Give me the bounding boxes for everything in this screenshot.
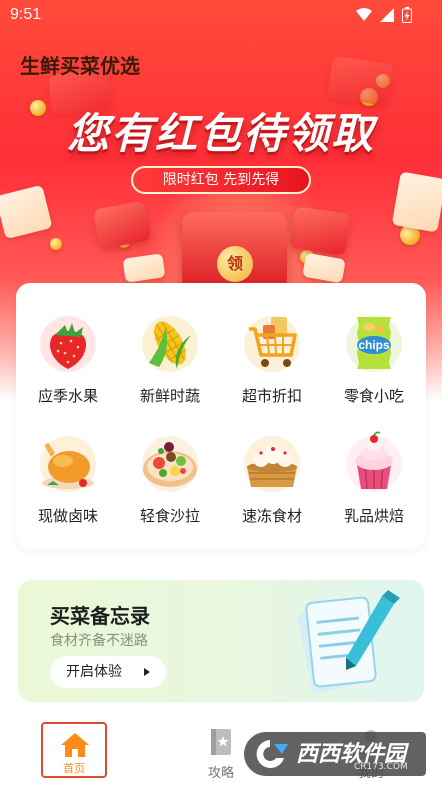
category-item-salad[interactable]: 轻食沙拉 [120,431,220,541]
category-label: 超市折扣 [241,387,302,405]
red-packet-seal: 领 [217,246,253,282]
red-envelope-decoration [289,206,351,256]
category-item-vegetables[interactable]: 新鲜时蔬 [120,311,220,421]
memo-subtitle: 食材齐备不迷路 [50,633,148,649]
start-experience-label: 开启体验 [66,664,122,680]
notepad-pen-icon [297,590,400,693]
status-time: 9:51 [10,6,42,23]
category-item-braised[interactable]: 现做卤味 [18,431,118,541]
tab-guide-label: 攻略 [207,766,234,781]
category-label: 现做卤味 [37,507,98,525]
app-title: 生鲜买菜优选 [20,54,140,78]
status-bar: 9:51 [0,0,442,30]
home-icon [61,733,89,757]
category-item-frozen[interactable]: 速冻食材 [222,431,322,541]
category-label: 轻食沙拉 [139,507,200,525]
watermark-url: CR173.COM [354,762,408,772]
status-icons [356,7,412,23]
watermark-logo-icon [256,740,288,768]
salad-plate-icon [139,431,201,493]
red-envelope-decoration [327,55,395,107]
corn-icon [139,311,201,373]
tab-home-label: 首页 [63,762,85,775]
wifi-icon [356,8,372,21]
red-packet-icon[interactable]: 领 [182,212,287,292]
category-label: 新鲜时蔬 [139,387,200,405]
strawberry-icon [37,311,99,373]
category-item-supermarket[interactable]: 超市折扣 [222,311,322,421]
coin-decoration [50,238,62,250]
play-arrow-icon [144,668,150,676]
category-label: 零食小吃 [343,387,404,405]
promo-pill[interactable]: 限时红包 先到先得 [131,166,311,194]
category-item-bakery[interactable]: 乳品烘焙 [324,431,424,541]
promo-headline: 您有红包待领取 [66,109,375,158]
roast-chicken-icon [37,431,99,493]
coupon-decoration [0,184,53,240]
tab-guide[interactable]: 攻略 [196,726,246,782]
category-label: 速冻食材 [241,507,302,525]
cellular-signal-icon [380,8,394,22]
category-item-fruit[interactable]: 应季水果 [18,311,118,421]
shopping-cart-icon [241,311,303,373]
category-label: 乳品烘焙 [343,507,404,525]
guide-book-icon [211,729,231,755]
tab-home[interactable]: 首页 [41,722,107,778]
site-watermark: 西西软件园 CR173.COM [244,732,426,776]
category-label: 应季水果 [37,387,98,405]
shopping-memo-card[interactable]: 买菜备忘录 食材齐备不迷路 开启体验 [18,580,424,702]
cupcake-icon [343,431,405,493]
memo-title: 买菜备忘录 [50,604,150,628]
chips-bag-icon: chips [343,311,405,373]
coupon-decoration [391,171,442,233]
category-grid: 应季水果 新鲜时蔬 超市折扣 chips 零食小吃 现做卤味 轻食沙拉 速冻食材… [16,283,426,549]
start-experience-button[interactable]: 开启体验 [50,656,166,688]
steamer-basket-icon [241,431,303,493]
chips-text: chips [358,338,390,352]
category-item-snacks[interactable]: chips 零食小吃 [324,311,424,421]
battery-charging-icon [402,7,412,23]
